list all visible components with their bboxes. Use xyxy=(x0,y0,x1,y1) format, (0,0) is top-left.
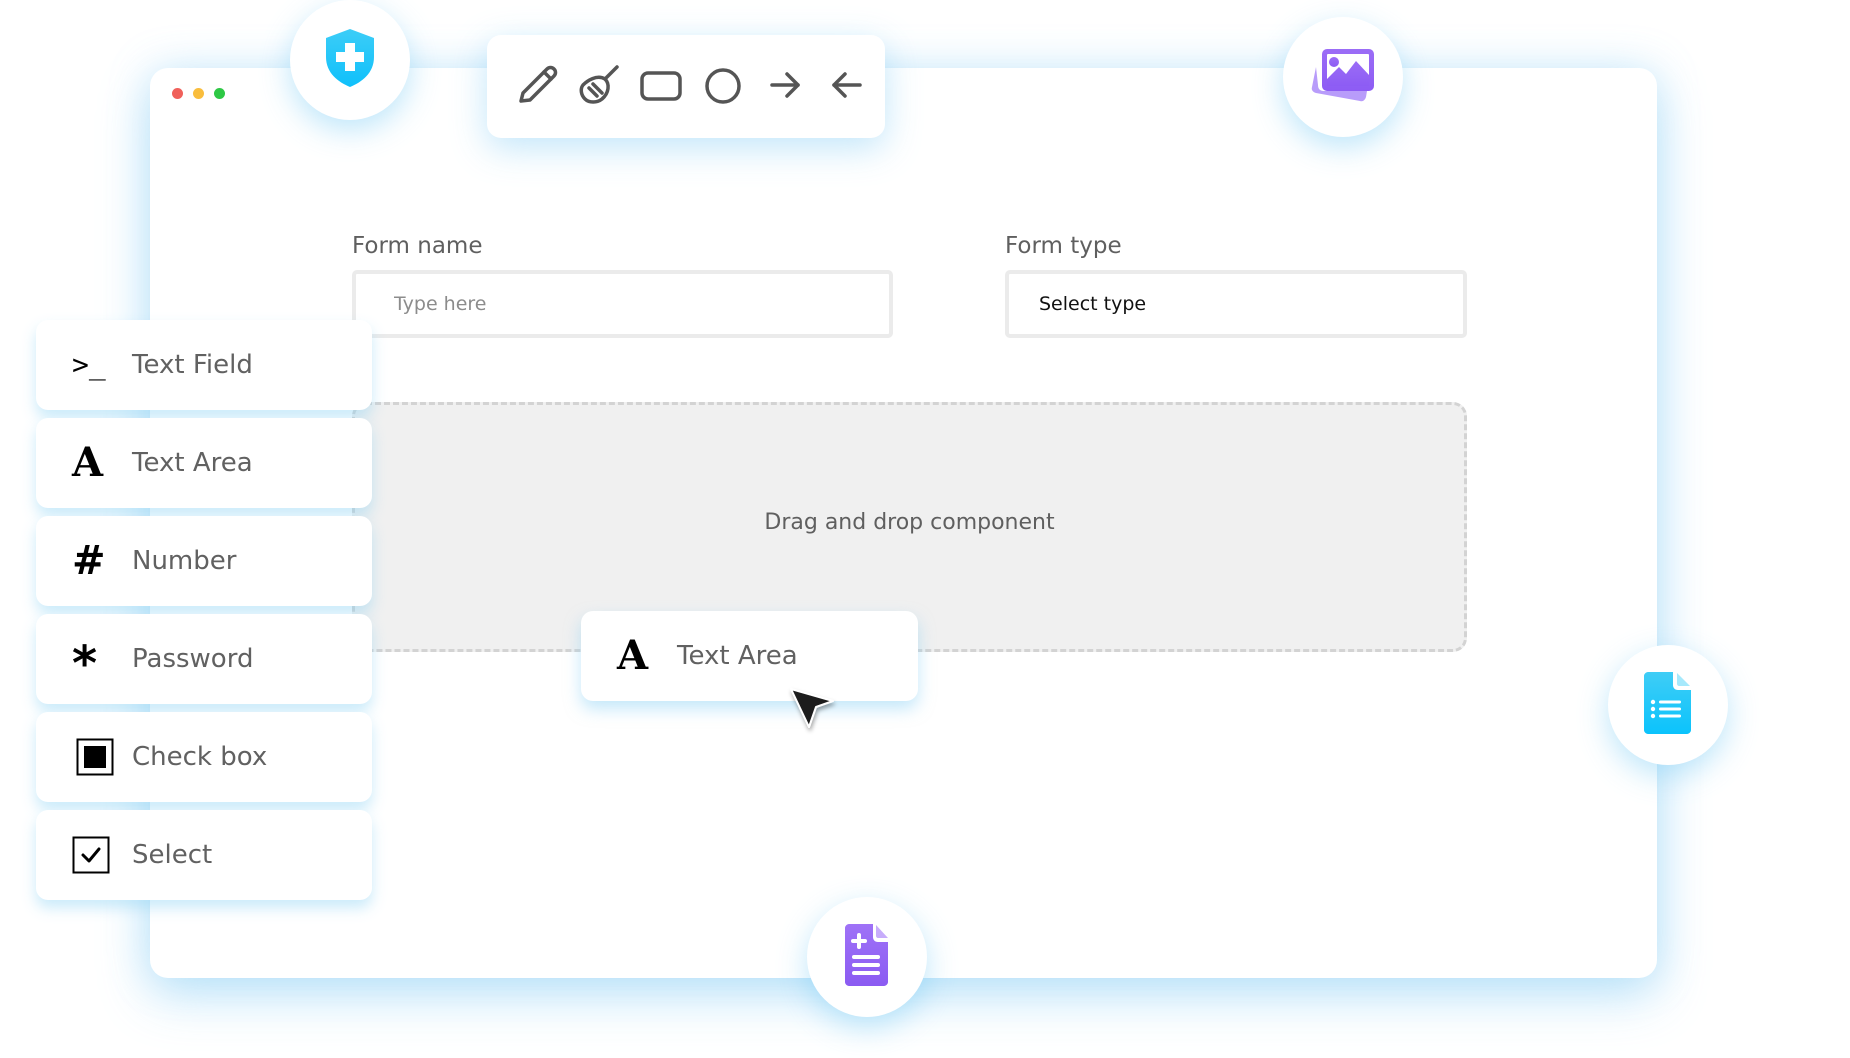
add-document-badge[interactable] xyxy=(807,897,927,1017)
document-add-icon xyxy=(844,923,890,991)
minimize-window-button[interactable] xyxy=(193,88,204,99)
document-list-badge[interactable] xyxy=(1608,645,1728,765)
form-type-label: Form type xyxy=(1005,233,1122,259)
component-text-field[interactable]: >_ Text Field xyxy=(36,320,372,410)
component-number[interactable]: # Number xyxy=(36,516,372,606)
document-list-icon xyxy=(1643,671,1693,739)
hash-icon: # xyxy=(72,537,106,584)
eraser-tool-button[interactable] xyxy=(576,64,622,110)
arrow-left-tool-button[interactable] xyxy=(824,64,870,110)
rectangle-icon xyxy=(638,63,684,111)
component-text-area[interactable]: A Text Area xyxy=(36,418,372,508)
component-label: Check box xyxy=(132,742,268,772)
shield-plus-icon xyxy=(324,27,376,93)
component-label: Password xyxy=(132,644,254,674)
close-window-button[interactable] xyxy=(172,88,183,99)
form-name-input[interactable] xyxy=(356,274,889,334)
letter-a-icon: A xyxy=(72,439,104,486)
checkbox-checked-icon xyxy=(72,836,124,874)
dragged-component-text-area[interactable]: A Text Area xyxy=(581,611,918,701)
form-name-field-wrapper xyxy=(352,270,893,338)
security-badge[interactable] xyxy=(290,0,410,120)
form-name-label: Form name xyxy=(352,233,483,259)
filled-square-icon xyxy=(72,738,124,776)
drawing-toolbar xyxy=(487,35,885,138)
rectangle-tool-button[interactable] xyxy=(638,64,684,110)
component-label: Select xyxy=(132,840,213,870)
component-label: Text Field xyxy=(132,350,253,380)
arrow-right-icon xyxy=(765,65,805,109)
pencil-tool-button[interactable] xyxy=(514,64,560,110)
circle-icon xyxy=(701,63,745,111)
maximize-window-button[interactable] xyxy=(214,88,225,99)
mouse-pointer-icon xyxy=(787,685,839,741)
component-check-box[interactable]: Check box xyxy=(36,712,372,802)
component-label: Text Area xyxy=(677,641,798,671)
circle-tool-button[interactable] xyxy=(700,64,746,110)
arrow-left-icon xyxy=(827,65,867,109)
terminal-prompt-icon: >_ xyxy=(72,348,106,381)
component-label: Text Area xyxy=(132,448,253,478)
pencil-icon xyxy=(515,63,559,111)
component-label: Number xyxy=(132,546,237,576)
component-password[interactable]: * Password xyxy=(36,614,372,704)
form-type-select[interactable]: Select type xyxy=(1005,270,1467,338)
dropzone-hint: Drag and drop component xyxy=(764,509,1055,535)
image-gallery-badge[interactable] xyxy=(1283,17,1403,137)
window-controls xyxy=(172,88,225,99)
broom-icon xyxy=(577,63,621,111)
image-gallery-icon xyxy=(1310,45,1376,109)
arrow-right-tool-button[interactable] xyxy=(762,64,808,110)
letter-a-icon: A xyxy=(617,632,649,679)
asterisk-icon: * xyxy=(72,636,98,692)
component-select[interactable]: Select xyxy=(36,810,372,900)
form-type-selected-value: Select type xyxy=(1039,293,1147,315)
